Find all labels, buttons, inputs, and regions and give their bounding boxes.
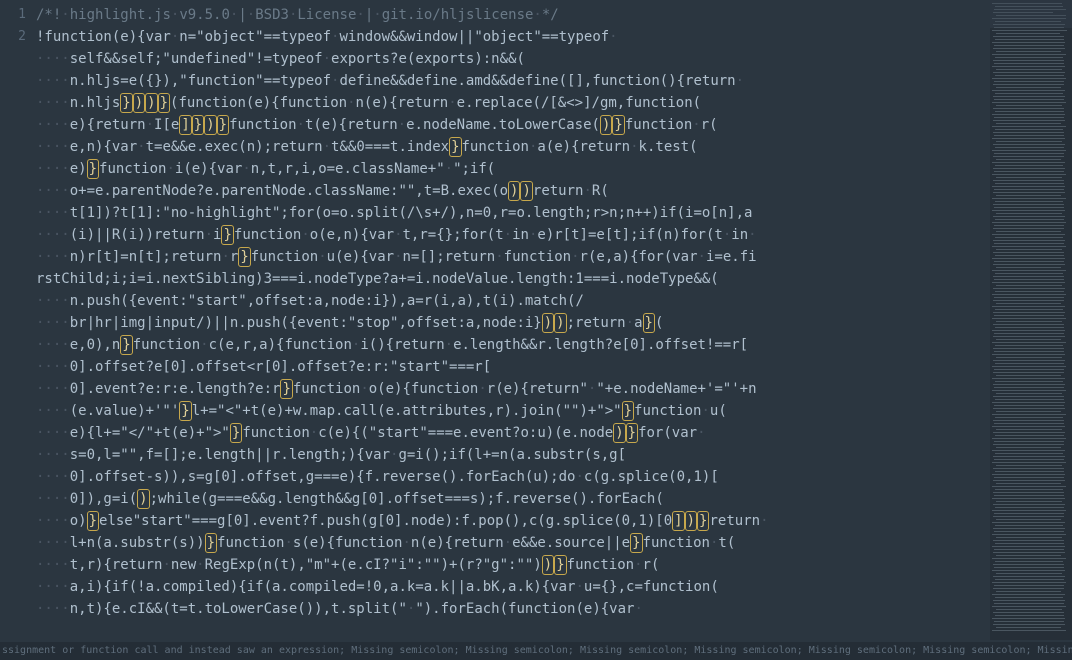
status-bar: ssignment or function call and instead s… — [0, 642, 1072, 660]
comment: /*!·highlight.js·v9.5.0·|·BSD3·License·|… — [36, 7, 559, 23]
lint-marker[interactable]: } — [230, 423, 242, 443]
status-text: ssignment or function call and instead s… — [2, 645, 1072, 656]
code-line: ····(e.value)+'"'}l+="<"+t(e)+w.map.call… — [36, 400, 990, 422]
lint-marker[interactable]: ) — [145, 93, 157, 113]
line-number-gutter: 1 2 — [0, 0, 36, 640]
code-line: ····s=0,l="",f=[];e.length||r.length;){v… — [36, 444, 990, 466]
line-number: 1 — [0, 4, 36, 26]
lint-marker[interactable]: ) — [685, 511, 697, 531]
code-line: ····l+n(a.substr(s))}function·s(e){funct… — [36, 532, 990, 554]
lint-marker[interactable]: } — [449, 137, 461, 157]
code-line: ····o)}else"start"===g[0].event?f.push(g… — [36, 510, 990, 532]
code-line: ····n.hljs=e({}),"function"==typeof·defi… — [36, 70, 990, 92]
code-line: ····(i)||R(i))return·i}function·o(e,n){v… — [36, 224, 990, 246]
code-line: ····e,0),n}function·c(e,r,a){function·i(… — [36, 334, 990, 356]
lint-marker[interactable]: } — [120, 335, 132, 355]
lint-marker[interactable]: } — [192, 115, 204, 135]
code-line: ····0]),g=i();while(g===e&&g.length&&g[0… — [36, 488, 990, 510]
code-line: ····t[1])?t[1]:"no-highlight";for(o=o.sp… — [36, 202, 990, 224]
code-line: ····n.push({event:"start",offset:a,node:… — [36, 290, 990, 312]
code-line: ····t,r){return·new·RegExp(n(t),"m"+(e.c… — [36, 554, 990, 576]
lint-marker[interactable]: ) — [133, 93, 145, 113]
lint-marker[interactable]: } — [221, 225, 233, 245]
minimap-canvas — [990, 0, 1072, 640]
lint-marker[interactable]: } — [120, 93, 132, 113]
code-line: /*!·highlight.js·v9.5.0·|·BSD3·License·|… — [36, 4, 990, 26]
code-line: ····br|hr|img|input/)||n.push({event:"st… — [36, 312, 990, 334]
lint-marker[interactable]: } — [87, 511, 99, 531]
code-line: ····self&&self;"undefined"!=typeof·expor… — [36, 48, 990, 70]
lint-marker[interactable]: } — [280, 379, 292, 399]
minimap[interactable] — [990, 0, 1072, 640]
lint-marker[interactable]: ) — [137, 489, 149, 509]
lint-marker[interactable]: ) — [520, 181, 532, 201]
code-line: ····0].event?e:r:e.length?e:r}function·o… — [36, 378, 990, 400]
code-line: ····0].offset?e[0].offset<r[0].offset?e:… — [36, 356, 990, 378]
lint-marker[interactable]: } — [643, 313, 655, 333]
code-line: !function(e){var·n="object"==typeof·wind… — [36, 26, 990, 48]
code-area[interactable]: /*!·highlight.js·v9.5.0·|·BSD3·License·|… — [36, 0, 990, 640]
code-line: ····e){l+="</"+t(e)+">"}function·c(e){("… — [36, 422, 990, 444]
lint-marker[interactable]: } — [630, 533, 642, 553]
code-line: ····0].offset-s)),s=g[0].offset,g===e){f… — [36, 466, 990, 488]
lint-marker[interactable]: ) — [600, 115, 612, 135]
lint-marker[interactable]: } — [205, 533, 217, 553]
lint-marker[interactable]: ] — [179, 115, 191, 135]
code-line: ····n.hljs}))}(function(e){function·n(e)… — [36, 92, 990, 114]
code-line: ····a,i){if(!a.compiled){if(a.compiled=!… — [36, 576, 990, 598]
lint-marker[interactable]: ) — [542, 555, 554, 575]
lint-marker[interactable]: } — [179, 401, 191, 421]
lint-marker[interactable]: ) — [508, 181, 520, 201]
lint-marker[interactable]: } — [626, 423, 638, 443]
lint-marker[interactable]: } — [612, 115, 624, 135]
minimap-viewport[interactable] — [990, 0, 1072, 28]
lint-marker[interactable]: ) — [204, 115, 216, 135]
code-editor[interactable]: 1 2 /*!·highlight.js·v9.5.0·|·BSD3·Licen… — [0, 0, 990, 640]
code-line: ····e,n){var·t=e&&e.exec(n);return·t&&0=… — [36, 136, 990, 158]
lint-marker[interactable]: ) — [554, 313, 566, 333]
lint-marker[interactable]: } — [87, 159, 99, 179]
lint-marker[interactable]: } — [158, 93, 170, 113]
code-line: rstChild;i;i=i.nextSibling)3===i.nodeTyp… — [36, 268, 990, 290]
code-line: ····n,t){e.cI&&(t=t.toLowerCase()),t.spl… — [36, 598, 990, 620]
lint-marker[interactable]: } — [622, 401, 634, 421]
line-number: 2 — [0, 26, 36, 48]
code-line: ····n)r[t]=n[t];return·r}function·u(e){v… — [36, 246, 990, 268]
lint-marker[interactable]: } — [554, 555, 566, 575]
lint-marker[interactable]: ) — [542, 313, 554, 333]
lint-marker[interactable]: } — [217, 115, 229, 135]
code-line: ····e)}function·i(e){var·n,t,r,i,o=e.cla… — [36, 158, 990, 180]
lint-marker[interactable]: } — [697, 511, 709, 531]
lint-marker[interactable]: ) — [613, 423, 625, 443]
lint-marker[interactable]: } — [238, 247, 250, 267]
code-line: ····e){return·I[e]})}function·t(e){retur… — [36, 114, 990, 136]
lint-marker[interactable]: ] — [672, 511, 684, 531]
code-line: ····o+=e.parentNode?e.parentNode.classNa… — [36, 180, 990, 202]
